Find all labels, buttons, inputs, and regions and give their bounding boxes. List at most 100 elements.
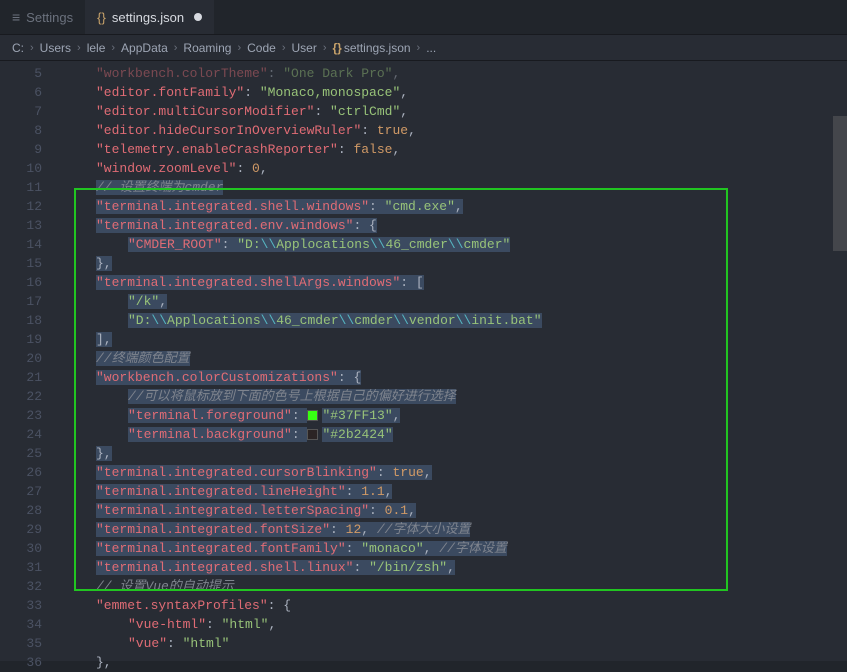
token: \\ <box>261 313 277 328</box>
code-line[interactable]: "telemetry.enableCrashReporter": false, <box>60 140 847 159</box>
token: : <box>268 66 284 81</box>
chevron-right-icon: › <box>413 42 425 54</box>
breadcrumb-item[interactable]: Code <box>245 41 278 55</box>
code-line[interactable]: "vue-html": "html", <box>60 615 847 634</box>
breadcrumb-item[interactable]: Users <box>38 41 73 55</box>
token: "#37FF13" <box>322 408 392 423</box>
token: "terminal.integrated.lineHeight" <box>96 484 346 499</box>
scrollbar-thumb[interactable] <box>833 116 847 251</box>
token: ], <box>96 332 112 347</box>
token: : { <box>338 370 361 385</box>
vertical-scrollbar[interactable] <box>833 61 847 661</box>
code-area[interactable]: "workbench.colorTheme": "One Dark Pro","… <box>60 61 847 661</box>
code-line[interactable]: "terminal.integrated.letterSpacing": 0.1… <box>60 501 847 520</box>
code-line[interactable]: }, <box>60 653 847 672</box>
breadcrumb-item[interactable]: C: <box>10 41 26 55</box>
tab-settings[interactable]: ≡ Settings <box>0 0 85 34</box>
token: , <box>424 465 432 480</box>
token: }, <box>96 446 112 461</box>
line-number: 28 <box>0 501 42 520</box>
line-number: 34 <box>0 615 42 634</box>
code-line[interactable]: // 设置Vue的自动提示 <box>60 577 847 596</box>
token: : <box>236 161 252 176</box>
token: : [ <box>400 275 423 290</box>
code-line[interactable]: "terminal.integrated.shell.windows": "cm… <box>60 197 847 216</box>
token: "telemetry.enableCrashReporter" <box>96 142 338 157</box>
code-line[interactable]: "workbench.colorCustomizations": { <box>60 368 847 387</box>
line-number: 23 <box>0 406 42 425</box>
token: : <box>292 427 308 442</box>
code-line[interactable]: "vue": "html" <box>60 634 847 653</box>
line-number: 31 <box>0 558 42 577</box>
code-line[interactable]: "CMDER_ROOT": "D:\\Applocations\\46_cmde… <box>60 235 847 254</box>
code-line[interactable]: //终端颜色配置 <box>60 349 847 368</box>
token: \\ <box>456 313 472 328</box>
code-line[interactable]: // 设置终端为cmder <box>60 178 847 197</box>
code-line[interactable]: ], <box>60 330 847 349</box>
code-line[interactable]: //可以将鼠标放到下面的色号上根据自己的偏好进行选择 <box>60 387 847 406</box>
code-line[interactable]: }, <box>60 444 847 463</box>
token: "window.zoomLevel" <box>96 161 236 176</box>
code-line[interactable]: "terminal.integrated.fontSize": 12, //字体… <box>60 520 847 539</box>
code-line[interactable]: "terminal.integrated.cursorBlinking": tr… <box>60 463 847 482</box>
chevron-right-icon: › <box>233 42 245 54</box>
token: : <box>244 85 260 100</box>
code-line[interactable]: }, <box>60 254 847 273</box>
code-line[interactable]: "window.zoomLevel": 0, <box>60 159 847 178</box>
token: // 设置Vue的自动提示 <box>96 579 234 594</box>
token: "/bin/zsh" <box>369 560 447 575</box>
code-line[interactable]: "editor.fontFamily": "Monaco,monospace", <box>60 83 847 102</box>
token: 46_cmder <box>276 313 338 328</box>
breadcrumb-item[interactable]: AppData <box>119 41 170 55</box>
settings-icon: ≡ <box>12 9 20 25</box>
token: "monaco" <box>361 541 423 556</box>
breadcrumb-item[interactable]: lele <box>85 41 108 55</box>
tab-settings-json[interactable]: {} settings.json <box>85 0 214 34</box>
code-line[interactable]: "D:\\Applocations\\46_cmder\\cmder\\vend… <box>60 311 847 330</box>
code-line[interactable]: "editor.hideCursorInOverviewRuler": true… <box>60 121 847 140</box>
token: "Monaco,monospace" <box>260 85 400 100</box>
code-line[interactable]: "terminal.integrated.fontFamily": "monac… <box>60 539 847 558</box>
code-line[interactable]: "terminal.integrated.env.windows": { <box>60 216 847 235</box>
token: "D: <box>128 313 151 328</box>
token: "editor.multiCursorModifier" <box>96 104 314 119</box>
code-line[interactable]: "terminal.foreground": "#37FF13", <box>60 406 847 425</box>
breadcrumb-item[interactable]: Roaming <box>181 41 233 55</box>
token: : { <box>268 598 291 613</box>
chevron-right-icon: › <box>26 42 38 54</box>
token: "html" <box>222 617 269 632</box>
line-number: 7 <box>0 102 42 121</box>
token: Applocations <box>167 313 261 328</box>
code-line[interactable]: "terminal.background": "#2b2424" <box>60 425 847 444</box>
code-line[interactable]: "editor.multiCursorModifier": "ctrlCmd", <box>60 102 847 121</box>
token: "ctrlCmd" <box>330 104 400 119</box>
token: 12 <box>346 522 362 537</box>
token: : <box>369 199 385 214</box>
token: \\ <box>448 237 464 252</box>
token: 46_cmder <box>385 237 447 252</box>
code-line[interactable]: "terminal.integrated.shell.linux": "/bin… <box>60 558 847 577</box>
token: true <box>392 465 423 480</box>
color-swatch-icon[interactable] <box>307 410 318 421</box>
breadcrumb-item[interactable]: {}settings.json <box>331 41 413 55</box>
code-editor[interactable]: 5678910111213141516171819202122232425262… <box>0 61 847 661</box>
token: "D: <box>237 237 260 252</box>
code-line[interactable]: "workbench.colorTheme": "One Dark Pro", <box>60 64 847 83</box>
code-line[interactable]: "terminal.integrated.lineHeight": 1.1, <box>60 482 847 501</box>
token: "editor.fontFamily" <box>96 85 244 100</box>
token: cmder" <box>464 237 511 252</box>
breadcrumb[interactable]: C:›Users›lele›AppData›Roaming›Code›User›… <box>0 35 847 61</box>
token: , <box>392 142 400 157</box>
color-swatch-icon[interactable] <box>307 429 318 440</box>
token: "emmet.syntaxProfiles" <box>96 598 268 613</box>
token: }, <box>96 256 112 271</box>
code-line[interactable]: "/k", <box>60 292 847 311</box>
breadcrumb-item[interactable]: ... <box>424 41 438 55</box>
token: vendor <box>409 313 456 328</box>
code-line[interactable]: "emmet.syntaxProfiles": { <box>60 596 847 615</box>
token: "terminal.integrated.cursorBlinking" <box>96 465 377 480</box>
tab-bar: ≡ Settings {} settings.json <box>0 0 847 35</box>
breadcrumb-item[interactable]: User <box>289 41 318 55</box>
chevron-right-icon: › <box>107 42 119 54</box>
code-line[interactable]: "terminal.integrated.shellArgs.windows":… <box>60 273 847 292</box>
